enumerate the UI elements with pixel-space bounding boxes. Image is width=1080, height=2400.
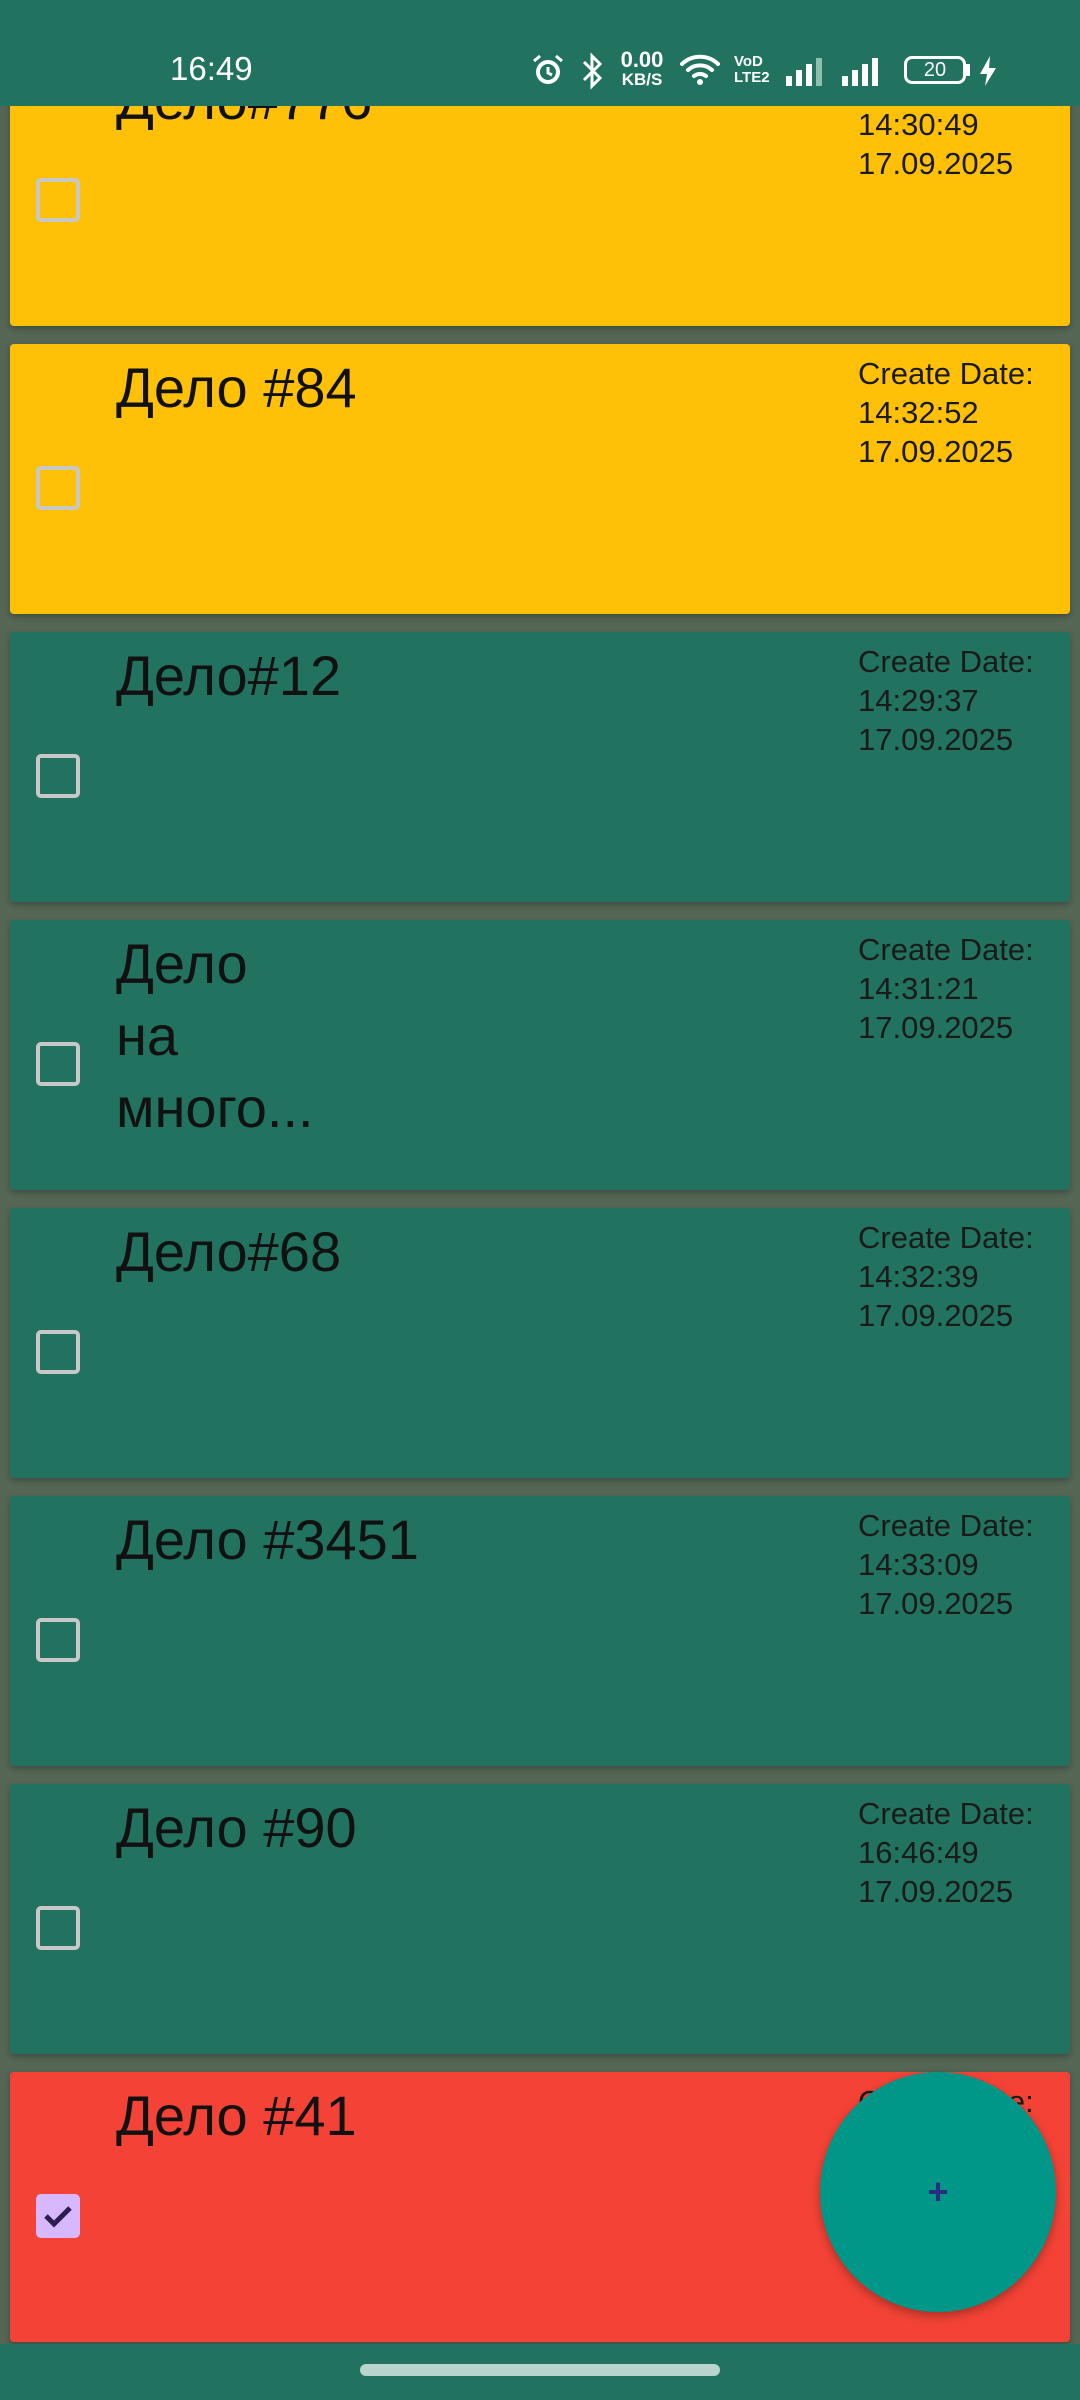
navigation-bar [0, 2344, 1080, 2400]
task-create-date: Create Date: 14:33:09 17.09.2025 [858, 1506, 1070, 1623]
task-time: 14:32:52 [858, 395, 979, 430]
signal-icon [784, 54, 828, 93]
task-card[interactable]: Дело на много... Create Date: 14:31:21 17.0… [10, 920, 1070, 1190]
task-card[interactable]: Дело #3451 Create Date: 14:33:09 17.09.2025 [10, 1496, 1070, 1766]
checkbox[interactable] [36, 1618, 80, 1662]
bluetooth-icon [578, 52, 606, 95]
task-date: 17.09.2025 [858, 1010, 1014, 1045]
signal-icon [840, 54, 884, 93]
task-title: Дело #3451 [116, 1508, 419, 1571]
plus-icon: + [927, 2171, 949, 2212]
task-date: 17.09.2025 [858, 722, 1014, 757]
check-icon [44, 2206, 72, 2228]
task-time: 14:32:39 [858, 1259, 979, 1294]
task-create-date: Create Date: 14:32:52 17.09.2025 [858, 354, 1070, 471]
task-date-label: Create Date: [858, 644, 1034, 679]
wifi-icon [680, 52, 720, 93]
checkbox[interactable] [36, 754, 80, 798]
task-create-date: Create Date: 16:46:49 17.09.2025 [858, 1794, 1070, 1911]
charging-icon [978, 54, 998, 93]
task-date: 17.09.2025 [858, 434, 1014, 469]
status-time: 16:49 [170, 50, 253, 87]
task-create-date: Create Date: 14:31:21 17.09.2025 [858, 930, 1070, 1047]
task-time: 14:31:21 [858, 971, 979, 1006]
task-title: Дело#12 [116, 644, 342, 707]
task-date-label: Create Date: [858, 1220, 1034, 1255]
task-title: Дело на много... [116, 932, 314, 1139]
task-title: Дело #41 [116, 2084, 357, 2147]
task-card[interactable]: Дело #84 Create Date: 14:32:52 17.09.2025 [10, 344, 1070, 614]
volte-indicator: VoD LTE2 [734, 53, 770, 86]
home-gesture-handle[interactable] [360, 2364, 720, 2376]
task-date-label: Create Date: [858, 1796, 1034, 1831]
checkbox[interactable] [36, 466, 80, 510]
network-speed: 0.00 KB/S [620, 47, 664, 90]
task-date-label: Create Date: [858, 356, 1034, 391]
task-title: Дело#68 [116, 1220, 342, 1283]
task-title: Дело #90 [116, 1796, 357, 1859]
alarm-icon [530, 52, 566, 93]
task-date: 17.09.2025 [858, 1298, 1014, 1333]
task-date: 17.09.2025 [858, 1586, 1014, 1621]
task-title: Дело #84 [116, 356, 357, 419]
task-time: 14:29:37 [858, 683, 979, 718]
add-task-button[interactable]: + [820, 2072, 1056, 2312]
task-date: 17.09.2025 [858, 1874, 1014, 1909]
checkbox[interactable] [36, 1330, 80, 1374]
task-card[interactable]: Дело#68 Create Date: 14:32:39 17.09.2025 [10, 1208, 1070, 1478]
task-time: 14:33:09 [858, 1547, 979, 1582]
checkbox[interactable] [36, 1906, 80, 1950]
task-date-label: Create Date: [858, 932, 1034, 967]
status-bar: 16:49 0.00 KB/S VoD LTE2 20 [0, 0, 1080, 106]
task-card[interactable]: Дело#12 Create Date: 14:29:37 17.09.2025 [10, 632, 1070, 902]
task-create-date: Create Date: 14:32:39 17.09.2025 [858, 1218, 1070, 1335]
task-card[interactable]: Дело #90 Create Date: 16:46:49 17.09.2025 [10, 1784, 1070, 2054]
task-time: 14:30:49 [858, 107, 979, 142]
checkbox-checked[interactable] [36, 2194, 80, 2238]
task-time: 16:46:49 [858, 1835, 979, 1870]
battery-tip [966, 64, 970, 76]
checkbox[interactable] [36, 1042, 80, 1086]
task-date-label: Create Date: [858, 1508, 1034, 1543]
task-date: 17.09.2025 [858, 146, 1014, 181]
task-list[interactable]: Дело#77614:30:4917.09.2025Дело #84Create… [0, 0, 1080, 2400]
task-create-date: Create Date: 14:29:37 17.09.2025 [858, 642, 1070, 759]
battery-icon: 20 [904, 56, 966, 84]
checkbox[interactable] [36, 178, 80, 222]
